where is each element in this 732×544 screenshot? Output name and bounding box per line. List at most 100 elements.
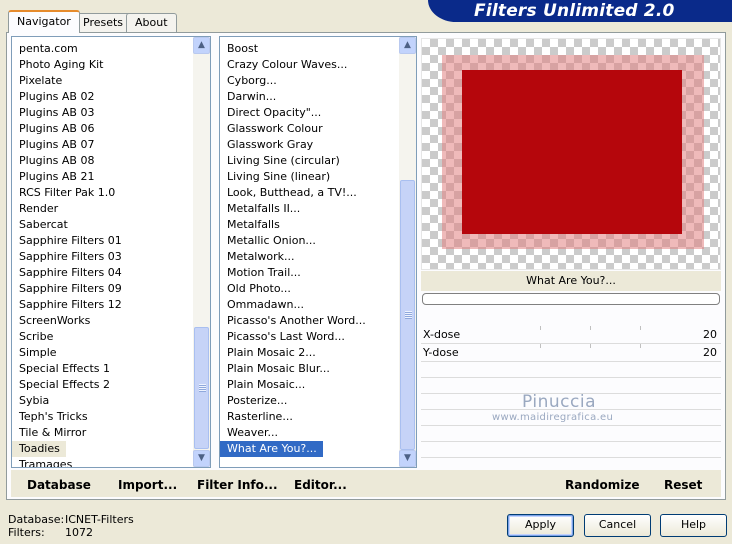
tab-about[interactable]: About — [126, 13, 177, 32]
list-item[interactable]: Plain Mosaic Blur... — [220, 361, 399, 377]
help-button[interactable]: Help — [660, 514, 727, 537]
list-item[interactable]: Crazy Colour Waves... — [220, 57, 399, 73]
scroll-down-arrow-icon[interactable]: ▼ — [193, 450, 210, 467]
list-item[interactable]: Plugins AB 02 — [12, 89, 193, 105]
scroll-up-arrow-icon[interactable]: ▲ — [193, 37, 210, 54]
list-item[interactable]: Scribe — [12, 329, 193, 345]
scroll-up-arrow-icon[interactable]: ▲ — [399, 37, 416, 54]
preview-red-rectangle — [462, 70, 682, 234]
database-button[interactable]: Database — [27, 478, 91, 492]
list-item[interactable]: Plugins AB 03 — [12, 105, 193, 121]
list-item[interactable]: Rasterline... — [220, 409, 399, 425]
list-item[interactable]: Pixelate — [12, 73, 193, 89]
scroll-down-arrow-icon[interactable]: ▼ — [399, 450, 416, 467]
param-value: 20 — [703, 346, 717, 359]
list-item[interactable]: Look, Butthead, a TV!... — [220, 185, 399, 201]
status-filters-value: 1072 — [65, 526, 93, 539]
list-item[interactable]: Sapphire Filters 04 — [12, 265, 193, 281]
list-item[interactable]: Living Sine (linear) — [220, 169, 399, 185]
import-button[interactable]: Import... — [118, 478, 177, 492]
list-item[interactable]: Plain Mosaic... — [220, 377, 399, 393]
list-item[interactable]: Special Effects 1 — [12, 361, 193, 377]
tab-presets[interactable]: Presets — [74, 13, 133, 32]
filter-scroll-thumb[interactable] — [400, 180, 415, 450]
list-item[interactable]: Ommadawn... — [220, 297, 399, 313]
list-item[interactable]: Plugins AB 06 — [12, 121, 193, 137]
param-x-dose[interactable]: X-dose 20 — [421, 326, 721, 344]
list-item[interactable]: Weaver... — [220, 425, 399, 441]
list-item[interactable]: Glasswork Colour — [220, 121, 399, 137]
status-database-value: ICNET-Filters — [65, 513, 134, 526]
grip-icon — [405, 311, 412, 319]
list-item[interactable]: RCS Filter Pak 1.0 — [12, 185, 193, 201]
filter-info-button[interactable]: Filter Info... — [197, 478, 278, 492]
list-item[interactable]: Sapphire Filters 09 — [12, 281, 193, 297]
list-item[interactable]: Photo Aging Kit — [12, 57, 193, 73]
list-item[interactable]: Darwin... — [220, 89, 399, 105]
list-item[interactable]: penta.com — [12, 41, 193, 57]
empty-param-row — [421, 362, 721, 378]
watermark-url: www.maidiregrafica.eu — [492, 412, 614, 423]
list-item[interactable]: Metalfalls II... — [220, 201, 399, 217]
list-item[interactable]: Sybia — [12, 393, 193, 409]
param-y-dose[interactable]: Y-dose 20 — [421, 344, 721, 362]
list-item[interactable]: Tramages — [12, 457, 193, 467]
list-item[interactable]: ScreenWorks — [12, 313, 193, 329]
list-item[interactable]: Metallic Onion... — [220, 233, 399, 249]
list-item[interactable]: Plugins AB 07 — [12, 137, 193, 153]
list-item[interactable]: Glasswork Gray — [220, 137, 399, 153]
list-item[interactable]: Simple — [12, 345, 193, 361]
list-item[interactable]: Sabercat — [12, 217, 193, 233]
grip-icon — [199, 384, 206, 392]
status-filters-label: Filters: — [8, 526, 45, 539]
list-item[interactable]: Plain Mosaic 2... — [220, 345, 399, 361]
category-list[interactable]: penta.com Photo Aging Kit Pixelate Plugins … — [11, 36, 211, 468]
filter-scrollbar[interactable]: ▲ ▼ — [399, 37, 416, 467]
app-title-banner: Filters Unlimited 2.0 — [428, 0, 732, 22]
category-scrollbar[interactable]: ▲ ▼ — [193, 37, 210, 467]
list-item[interactable]: Sapphire Filters 01 — [12, 233, 193, 249]
list-item[interactable]: Plugins AB 21 — [12, 169, 193, 185]
status-database-label: Database: — [8, 513, 65, 526]
list-item[interactable]: Picasso's Another Word... — [220, 313, 399, 329]
current-filter-name: What Are You?... — [421, 271, 721, 291]
list-item[interactable]: Cyborg... — [220, 73, 399, 89]
editor-button[interactable]: Editor... — [294, 478, 347, 492]
list-item[interactable]: Special Effects 2 — [12, 377, 193, 393]
preview-canvas[interactable] — [421, 38, 721, 270]
slider-ticks — [491, 326, 681, 330]
category-list-items: penta.com Photo Aging Kit Pixelate Plugins … — [12, 37, 193, 467]
empty-param-row — [421, 426, 721, 442]
reset-button[interactable]: Reset — [664, 478, 702, 492]
list-item[interactable]: Picasso's Last Word... — [220, 329, 399, 345]
status-database: Database: ICNET-Filters — [8, 513, 134, 527]
list-item[interactable]: Render — [12, 201, 193, 217]
list-item[interactable]: Metalwork... — [220, 249, 399, 265]
list-item[interactable]: Sapphire Filters 03 — [12, 249, 193, 265]
tab-navigator[interactable]: Navigator — [8, 10, 80, 33]
list-item[interactable]: Metalfalls — [220, 217, 399, 233]
list-item[interactable]: Tile & Mirror — [12, 425, 193, 441]
empty-param-row — [421, 442, 721, 458]
list-item[interactable]: Direct Opacity"... — [220, 105, 399, 121]
list-item[interactable]: Plugins AB 08 — [12, 153, 193, 169]
randomize-button[interactable]: Randomize — [565, 478, 639, 492]
list-item[interactable]: Old Photo... — [220, 281, 399, 297]
param-label: X-dose — [423, 328, 461, 341]
list-item-selected[interactable]: What Are You?... — [220, 441, 399, 457]
status-filters: Filters: 1072 — [8, 526, 93, 540]
param-label: Y-dose — [423, 346, 459, 359]
list-item[interactable]: Sapphire Filters 12 — [12, 297, 193, 313]
list-item[interactable]: Boost — [220, 41, 399, 57]
filter-list[interactable]: Boost Crazy Colour Waves... Cyborg... Darwi… — [219, 36, 417, 468]
cancel-button[interactable]: Cancel — [584, 514, 651, 537]
list-item[interactable]: Living Sine (circular) — [220, 153, 399, 169]
progress-bar — [422, 293, 720, 305]
list-item-selected[interactable]: Toadies — [12, 441, 193, 457]
apply-button[interactable]: Apply — [507, 514, 574, 537]
category-scroll-thumb[interactable] — [194, 327, 209, 449]
list-item[interactable]: Motion Trail... — [220, 265, 399, 281]
list-item[interactable]: Posterize... — [220, 393, 399, 409]
list-item[interactable]: Teph's Tricks — [12, 409, 193, 425]
selected-item-label: Toadies — [12, 441, 66, 457]
